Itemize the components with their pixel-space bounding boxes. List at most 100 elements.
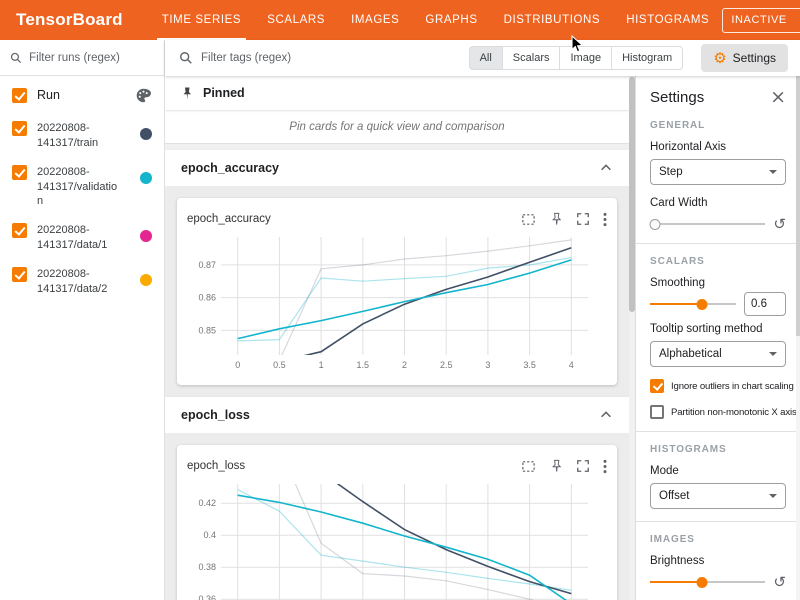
run-color-dot xyxy=(140,128,152,140)
slider-knob[interactable] xyxy=(650,219,661,230)
run-name: 20220808-141317/validation xyxy=(37,165,121,210)
brightness-label: Brightness xyxy=(650,555,786,567)
pinned-title: Pinned xyxy=(203,86,245,100)
filter-pill-histogram[interactable]: Histogram xyxy=(611,46,683,70)
main-nav: TIME SERIES SCALARS IMAGES GRAPHS DISTRI… xyxy=(149,0,723,40)
filter-runs-input[interactable] xyxy=(29,52,154,64)
palette-icon[interactable] xyxy=(135,87,152,104)
tab-scalars[interactable]: SCALARS xyxy=(254,0,338,40)
fit-to-data-icon[interactable] xyxy=(521,459,536,474)
run-row-data-1[interactable]: 20220808-141317/data/1 xyxy=(0,216,164,260)
select-all-runs-checkbox[interactable] xyxy=(12,88,27,103)
general-heading: GENERAL xyxy=(650,120,786,131)
filter-runs-row xyxy=(0,40,164,76)
scrollbar-thumb[interactable] xyxy=(796,76,800,336)
search-icon xyxy=(179,51,193,65)
images-heading: IMAGES xyxy=(650,534,786,545)
svg-text:1: 1 xyxy=(319,360,324,370)
reset-icon[interactable]: ↺ xyxy=(773,575,786,590)
svg-text:4: 4 xyxy=(569,360,574,370)
svg-text:0.87: 0.87 xyxy=(198,260,216,270)
run-color-dot xyxy=(140,172,152,184)
tooltip-sorting-select[interactable]: Alphabetical xyxy=(650,341,786,367)
run-row-train[interactable]: 20220808-141317/train xyxy=(0,114,164,158)
chevron-up-icon[interactable] xyxy=(599,161,613,175)
run-checkbox[interactable] xyxy=(12,121,27,136)
run-row-data-2[interactable]: 20220808-141317/data/2 xyxy=(0,260,164,304)
pin-icon[interactable] xyxy=(549,212,563,226)
ignore-outliers-row[interactable]: Ignore outliers in chart scaling xyxy=(650,379,786,393)
histogram-mode-select[interactable]: Offset xyxy=(650,483,786,509)
app-header: TensorBoard TIME SERIES SCALARS IMAGES G… xyxy=(0,0,800,40)
filter-pill-all[interactable]: All xyxy=(469,46,503,70)
run-checkbox[interactable] xyxy=(12,223,27,238)
card-width-slider[interactable] xyxy=(650,217,765,231)
smoothing-value-input[interactable] xyxy=(744,292,786,316)
settings-panel: Settings × GENERAL Horizontal Axis Step … xyxy=(635,76,800,600)
run-row-validation[interactable]: 20220808-141317/validation xyxy=(0,158,164,217)
svg-text:0.42: 0.42 xyxy=(198,498,216,508)
epoch-accuracy-chart[interactable]: 00.511.522.533.540.850.860.87 xyxy=(187,232,596,372)
svg-text:2: 2 xyxy=(402,360,407,370)
tab-distributions[interactable]: DISTRIBUTIONS xyxy=(491,0,614,40)
settings-button[interactable]: ⚙ Settings xyxy=(701,44,788,72)
histograms-heading: HISTOGRAMS xyxy=(650,444,786,455)
tab-histograms[interactable]: HISTOGRAMS xyxy=(613,0,722,40)
pin-icon[interactable] xyxy=(549,459,563,473)
settings-button-label: Settings xyxy=(733,51,776,65)
close-icon[interactable]: × xyxy=(770,88,786,107)
section-body-epoch-accuracy: epoch_accuracy xyxy=(165,186,629,397)
tag-type-filter-group: All Scalars Image Histogram xyxy=(469,46,684,70)
horizontal-axis-select[interactable]: Step xyxy=(650,159,786,185)
partition-x-axis-row[interactable]: Partition non-monotonic X axis i xyxy=(650,405,786,419)
section-header-epoch-loss[interactable]: epoch_loss xyxy=(165,397,629,433)
chevron-down-icon xyxy=(769,494,777,498)
tab-graphs[interactable]: GRAPHS xyxy=(412,0,490,40)
card-width-label: Card Width xyxy=(650,197,786,209)
scalar-card-epoch-loss: epoch_loss xyxy=(177,445,617,600)
run-checkbox[interactable] xyxy=(12,165,27,180)
scalar-card-epoch-accuracy: epoch_accuracy xyxy=(177,198,617,385)
pin-icon xyxy=(179,86,194,101)
svg-text:0.85: 0.85 xyxy=(198,325,216,335)
reset-icon[interactable]: ↺ xyxy=(773,217,786,232)
card-title: epoch_accuracy xyxy=(187,213,271,225)
smoothing-slider[interactable] xyxy=(650,297,736,311)
more-options-icon[interactable] xyxy=(603,459,607,474)
filter-tags-input[interactable] xyxy=(201,52,461,64)
tab-images[interactable]: IMAGES xyxy=(338,0,412,40)
tab-time-series[interactable]: TIME SERIES xyxy=(149,0,254,40)
gear-icon: ⚙ xyxy=(713,51,726,66)
svg-text:2.5: 2.5 xyxy=(440,360,453,370)
section-body-epoch-loss: epoch_loss xyxy=(165,433,629,600)
svg-text:3.5: 3.5 xyxy=(523,360,536,370)
run-name: 20220808-141317/data/2 xyxy=(37,267,121,297)
chevron-up-icon[interactable] xyxy=(599,408,613,422)
reload-status-value: INACTIVE xyxy=(731,14,787,26)
pinned-section-header: Pinned xyxy=(165,76,629,110)
svg-text:0.5: 0.5 xyxy=(273,360,286,370)
filter-pill-scalars[interactable]: Scalars xyxy=(502,46,561,70)
run-column-label: Run xyxy=(37,88,60,102)
partition-x-axis-checkbox[interactable] xyxy=(650,405,664,419)
fullscreen-icon[interactable] xyxy=(576,212,590,226)
slider-knob[interactable] xyxy=(696,299,707,310)
more-options-icon[interactable] xyxy=(603,212,607,227)
epoch-loss-chart[interactable]: 00.511.522.533.540.360.380.40.42 xyxy=(187,479,596,600)
brightness-slider[interactable] xyxy=(650,575,765,589)
svg-text:0.38: 0.38 xyxy=(198,562,216,572)
run-color-dot xyxy=(140,274,152,286)
fit-to-data-icon[interactable] xyxy=(521,212,536,227)
run-checkbox[interactable] xyxy=(12,267,27,282)
slider-knob[interactable] xyxy=(696,577,707,588)
filter-pill-image[interactable]: Image xyxy=(559,46,612,70)
app-logo: TensorBoard xyxy=(16,10,123,30)
fullscreen-icon[interactable] xyxy=(576,459,590,473)
horizontal-axis-label: Horizontal Axis xyxy=(650,141,786,153)
ignore-outliers-checkbox[interactable] xyxy=(650,379,664,393)
reload-status-dropdown[interactable]: INACTIVE xyxy=(722,8,800,33)
svg-text:1.5: 1.5 xyxy=(357,360,370,370)
section-header-epoch-accuracy[interactable]: epoch_accuracy xyxy=(165,150,629,186)
run-color-dot xyxy=(140,230,152,242)
svg-text:0: 0 xyxy=(235,360,240,370)
